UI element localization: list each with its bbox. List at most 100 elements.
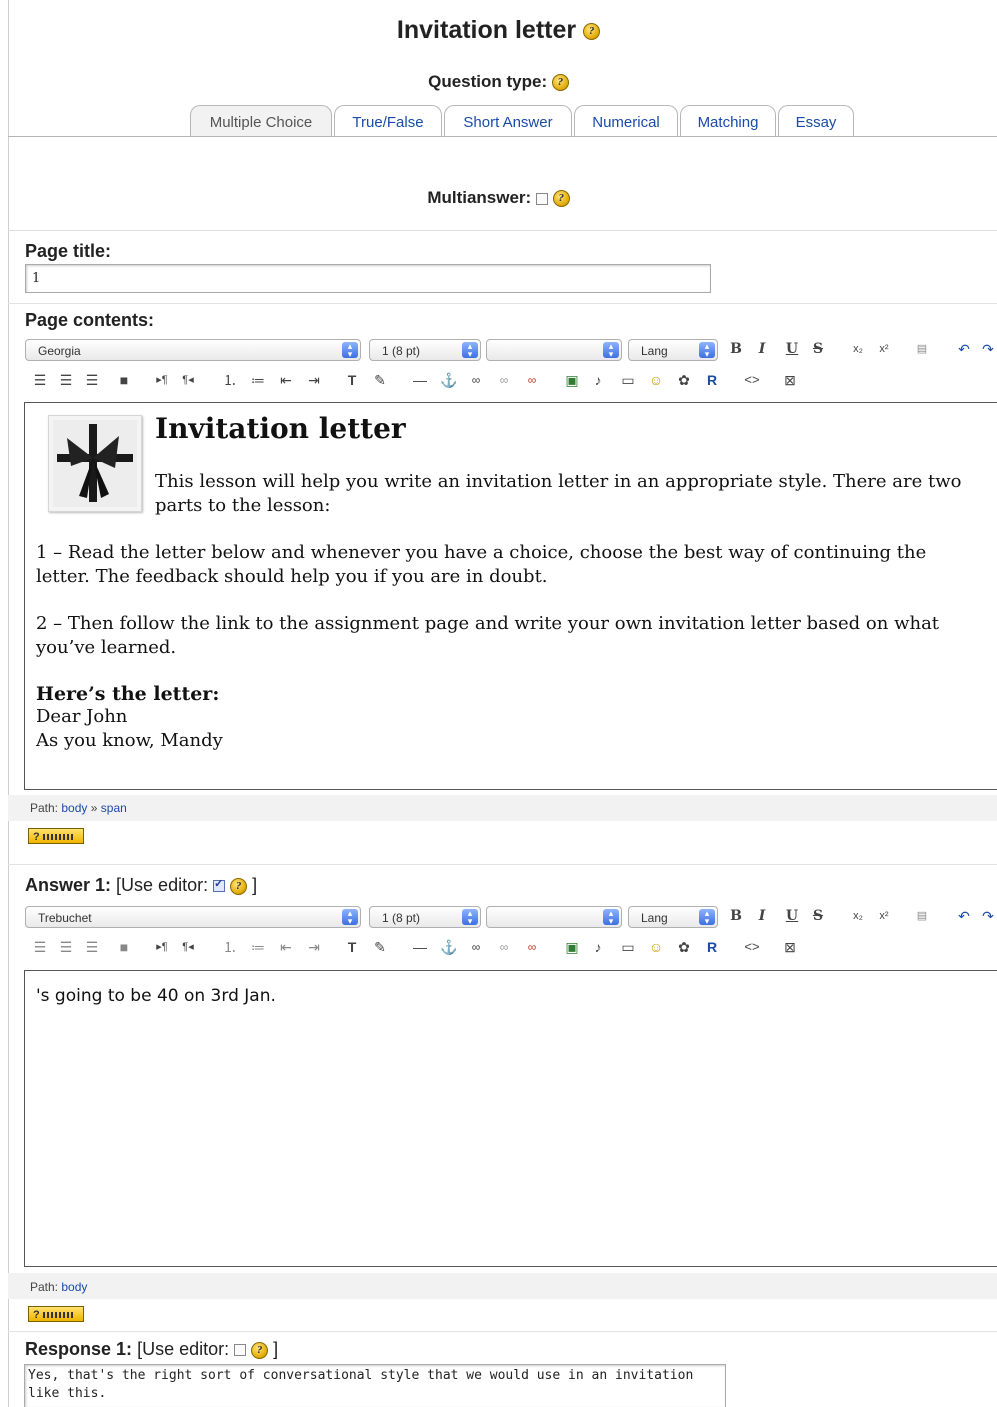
- path-link-span[interactable]: span: [101, 801, 127, 815]
- link-icon[interactable]: ∞: [468, 939, 484, 955]
- underline-icon[interactable]: U: [784, 908, 800, 924]
- justify-icon[interactable]: ■: [116, 939, 132, 955]
- font-size-select[interactable]: 1 (8 pt) ▴ ▾: [369, 906, 481, 928]
- keyboard-icon[interactable]: ?: [28, 1306, 84, 1322]
- font-family-select[interactable]: Trebuchet ▴ ▾: [25, 906, 361, 928]
- response-1-text: Yes, that's the right sort of conversati…: [28, 1368, 694, 1401]
- nolink-icon[interactable]: ∞: [496, 939, 512, 955]
- help-icon[interactable]: ?: [251, 1341, 269, 1359]
- clean-word-icon[interactable]: ▤: [914, 341, 930, 357]
- path-link-body[interactable]: body: [61, 1280, 87, 1294]
- subscript-icon[interactable]: x₂: [850, 908, 866, 924]
- media-icon[interactable]: ♪: [590, 372, 606, 388]
- keyboard-icon[interactable]: ?: [28, 828, 84, 844]
- indent-icon[interactable]: ⇥: [306, 372, 322, 388]
- bold-icon[interactable]: B: [728, 908, 744, 924]
- lang-select[interactable]: Lang ▴ ▾: [628, 906, 718, 928]
- response-1-textarea[interactable]: Yes, that's the right sort of conversati…: [24, 1364, 726, 1407]
- superscript-icon[interactable]: x²: [876, 908, 892, 924]
- superscript-icon[interactable]: x²: [876, 341, 892, 357]
- italic-icon[interactable]: I: [754, 341, 770, 357]
- help-icon[interactable]: ?: [552, 190, 570, 208]
- answer-1-editor-checkbox[interactable]: [213, 877, 226, 893]
- align-right-icon[interactable]: ☰: [84, 939, 100, 955]
- table-icon[interactable]: ▭: [620, 939, 636, 955]
- select-arrow-icon: ▴ ▾: [462, 909, 478, 926]
- bold-icon[interactable]: B: [728, 341, 744, 357]
- html-source-icon[interactable]: <>: [744, 939, 760, 955]
- background-color-icon[interactable]: ✎: [372, 372, 388, 388]
- background-color-icon[interactable]: ✎: [372, 939, 388, 955]
- path-link-body[interactable]: body: [61, 801, 87, 815]
- link-icon[interactable]: ∞: [468, 372, 484, 388]
- html-source-icon[interactable]: <>: [744, 372, 760, 388]
- italic-icon[interactable]: I: [754, 908, 770, 924]
- undo-icon[interactable]: ↶: [956, 908, 972, 924]
- strikethrough-icon[interactable]: S: [810, 908, 826, 924]
- align-left-icon[interactable]: ☰: [32, 939, 48, 955]
- align-left-icon[interactable]: ☰: [32, 372, 48, 388]
- page-title-input[interactable]: 1: [25, 264, 711, 293]
- unlink-icon[interactable]: ∞: [524, 372, 540, 388]
- tab-essay[interactable]: Essay: [778, 105, 854, 136]
- tab-matching[interactable]: Matching: [680, 105, 776, 136]
- response-1-editor-checkbox[interactable]: [234, 1344, 247, 1357]
- outdent-icon[interactable]: ⇤: [278, 939, 294, 955]
- text-color-icon[interactable]: T: [344, 372, 360, 388]
- underline-icon[interactable]: U: [784, 341, 800, 357]
- media-icon[interactable]: ♪: [590, 939, 606, 955]
- tab-true-false[interactable]: True/False: [334, 105, 442, 136]
- unordered-list-icon[interactable]: ≔: [250, 372, 266, 388]
- table-icon[interactable]: ▭: [620, 372, 636, 388]
- search-replace-icon[interactable]: R: [704, 372, 720, 388]
- outdent-icon[interactable]: ⇤: [278, 372, 294, 388]
- nolink-icon[interactable]: ∞: [496, 372, 512, 388]
- strikethrough-icon[interactable]: S: [810, 341, 826, 357]
- unordered-list-icon[interactable]: ≔: [250, 939, 266, 955]
- font-size-select[interactable]: 1 (8 pt) ▴ ▾: [369, 339, 481, 361]
- help-icon[interactable]: ?: [230, 877, 248, 895]
- justify-icon[interactable]: ■: [116, 372, 132, 388]
- image-icon[interactable]: ▣: [564, 372, 580, 388]
- undo-icon[interactable]: ↶: [956, 341, 972, 357]
- help-icon[interactable]: ?: [551, 74, 569, 92]
- help-icon[interactable]: ?: [583, 22, 601, 40]
- anchor-icon[interactable]: ⚓: [440, 939, 457, 955]
- answer-1-editor[interactable]: [24, 970, 997, 1267]
- lang-select[interactable]: Lang ▴ ▾: [628, 339, 718, 361]
- align-right-icon[interactable]: ☰: [84, 372, 100, 388]
- special-char-icon[interactable]: ✿: [676, 939, 692, 955]
- special-char-icon[interactable]: ✿: [676, 372, 692, 388]
- anchor-icon[interactable]: ⚓: [440, 372, 457, 388]
- text-color-icon[interactable]: T: [344, 939, 360, 955]
- font-family-select[interactable]: Georgia ▴ ▾: [25, 339, 361, 361]
- ordered-list-icon[interactable]: ⒈: [222, 939, 238, 955]
- horizontal-rule-icon[interactable]: —: [412, 372, 428, 388]
- format-select[interactable]: ▴ ▾: [486, 339, 622, 361]
- indent-icon[interactable]: ⇥: [306, 939, 322, 955]
- fullscreen-icon[interactable]: ⊠: [782, 939, 798, 955]
- emoticon-icon[interactable]: ☺: [648, 939, 664, 955]
- ltr-icon[interactable]: ▸¶: [154, 372, 170, 388]
- unlink-icon[interactable]: ∞: [524, 939, 540, 955]
- fullscreen-icon[interactable]: ⊠: [782, 372, 798, 388]
- search-replace-icon[interactable]: R: [704, 939, 720, 955]
- redo-icon[interactable]: ↷: [980, 341, 996, 357]
- ltr-icon[interactable]: ▸¶: [154, 939, 170, 955]
- align-center-icon[interactable]: ☰: [58, 372, 74, 388]
- rtl-icon[interactable]: ¶◂: [180, 372, 196, 388]
- clean-word-icon[interactable]: ▤: [914, 908, 930, 924]
- tab-multiple-choice[interactable]: Multiple Choice: [190, 105, 332, 136]
- multianswer-checkbox[interactable]: [535, 192, 548, 205]
- horizontal-rule-icon[interactable]: —: [412, 939, 428, 955]
- emoticon-icon[interactable]: ☺: [648, 372, 664, 388]
- ordered-list-icon[interactable]: ⒈: [222, 372, 238, 388]
- redo-icon[interactable]: ↷: [980, 908, 996, 924]
- tab-short-answer[interactable]: Short Answer: [444, 105, 572, 136]
- subscript-icon[interactable]: x₂: [850, 341, 866, 357]
- format-select[interactable]: ▴ ▾: [486, 906, 622, 928]
- tab-numerical[interactable]: Numerical: [574, 105, 678, 136]
- image-icon[interactable]: ▣: [564, 939, 580, 955]
- align-center-icon[interactable]: ☰: [58, 939, 74, 955]
- rtl-icon[interactable]: ¶◂: [180, 939, 196, 955]
